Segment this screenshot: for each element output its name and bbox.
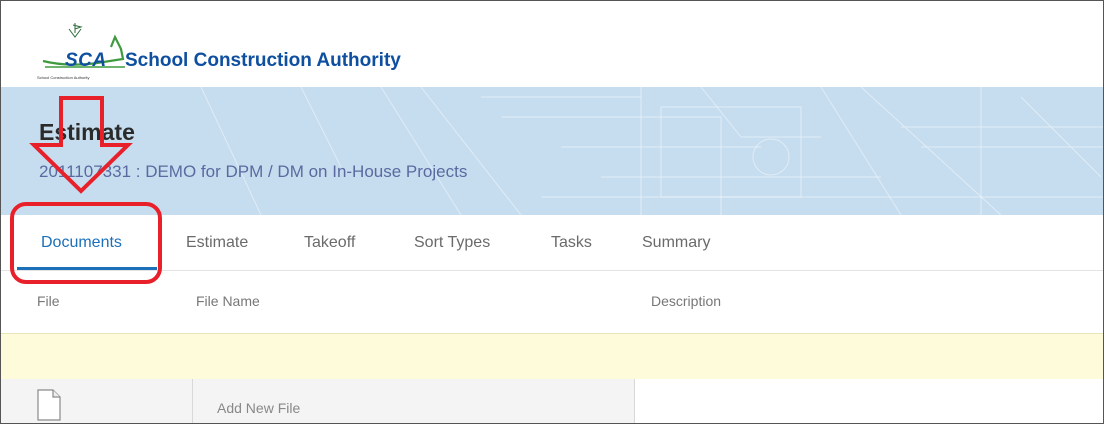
file-icon-cell	[1, 379, 193, 423]
page-title: Estimate	[39, 119, 135, 145]
header-bar: SCA School Construction Authority School…	[1, 1, 1103, 87]
tab-tasks[interactable]: Tasks	[551, 234, 592, 252]
table-row: Add New File	[1, 379, 1103, 423]
table-header: File File Name Description	[1, 271, 1103, 333]
tab-takeoff[interactable]: Takeoff	[304, 234, 355, 252]
logo-name: School Construction Authority	[125, 50, 401, 71]
tab-bar: Documents Estimate Takeoff Sort Types Ta…	[1, 215, 1103, 271]
tab-documents[interactable]: Documents	[41, 234, 122, 252]
column-header-file-name: File Name	[196, 293, 260, 309]
blueprint-background	[200, 87, 1103, 215]
file-name-cell: Add New File	[193, 379, 635, 423]
column-header-description: Description	[651, 293, 722, 309]
column-header-file: File	[37, 293, 60, 309]
logo-abbrev: SCA	[65, 50, 107, 71]
app-window: SCA School Construction Authority School…	[0, 0, 1104, 424]
file-icon[interactable]	[37, 389, 61, 421]
add-new-file-link[interactable]: Add New File	[217, 400, 300, 416]
tab-estimate[interactable]: Estimate	[186, 234, 248, 252]
drop-zone-row[interactable]	[1, 333, 1103, 379]
project-subtitle: 2011107331 : DEMO for DPM / DM on In-Hou…	[39, 162, 468, 181]
description-cell	[635, 379, 1103, 423]
tab-sort-types[interactable]: Sort Types	[414, 234, 490, 252]
sca-logo[interactable]: SCA School Construction Authority School…	[37, 23, 507, 80]
page-banner: Estimate 2011107331 : DEMO for DPM / DM …	[1, 87, 1103, 215]
active-tab-indicator	[17, 267, 157, 270]
tab-summary[interactable]: Summary	[642, 234, 710, 252]
logo-tagline: School Construction Authority	[37, 75, 90, 80]
